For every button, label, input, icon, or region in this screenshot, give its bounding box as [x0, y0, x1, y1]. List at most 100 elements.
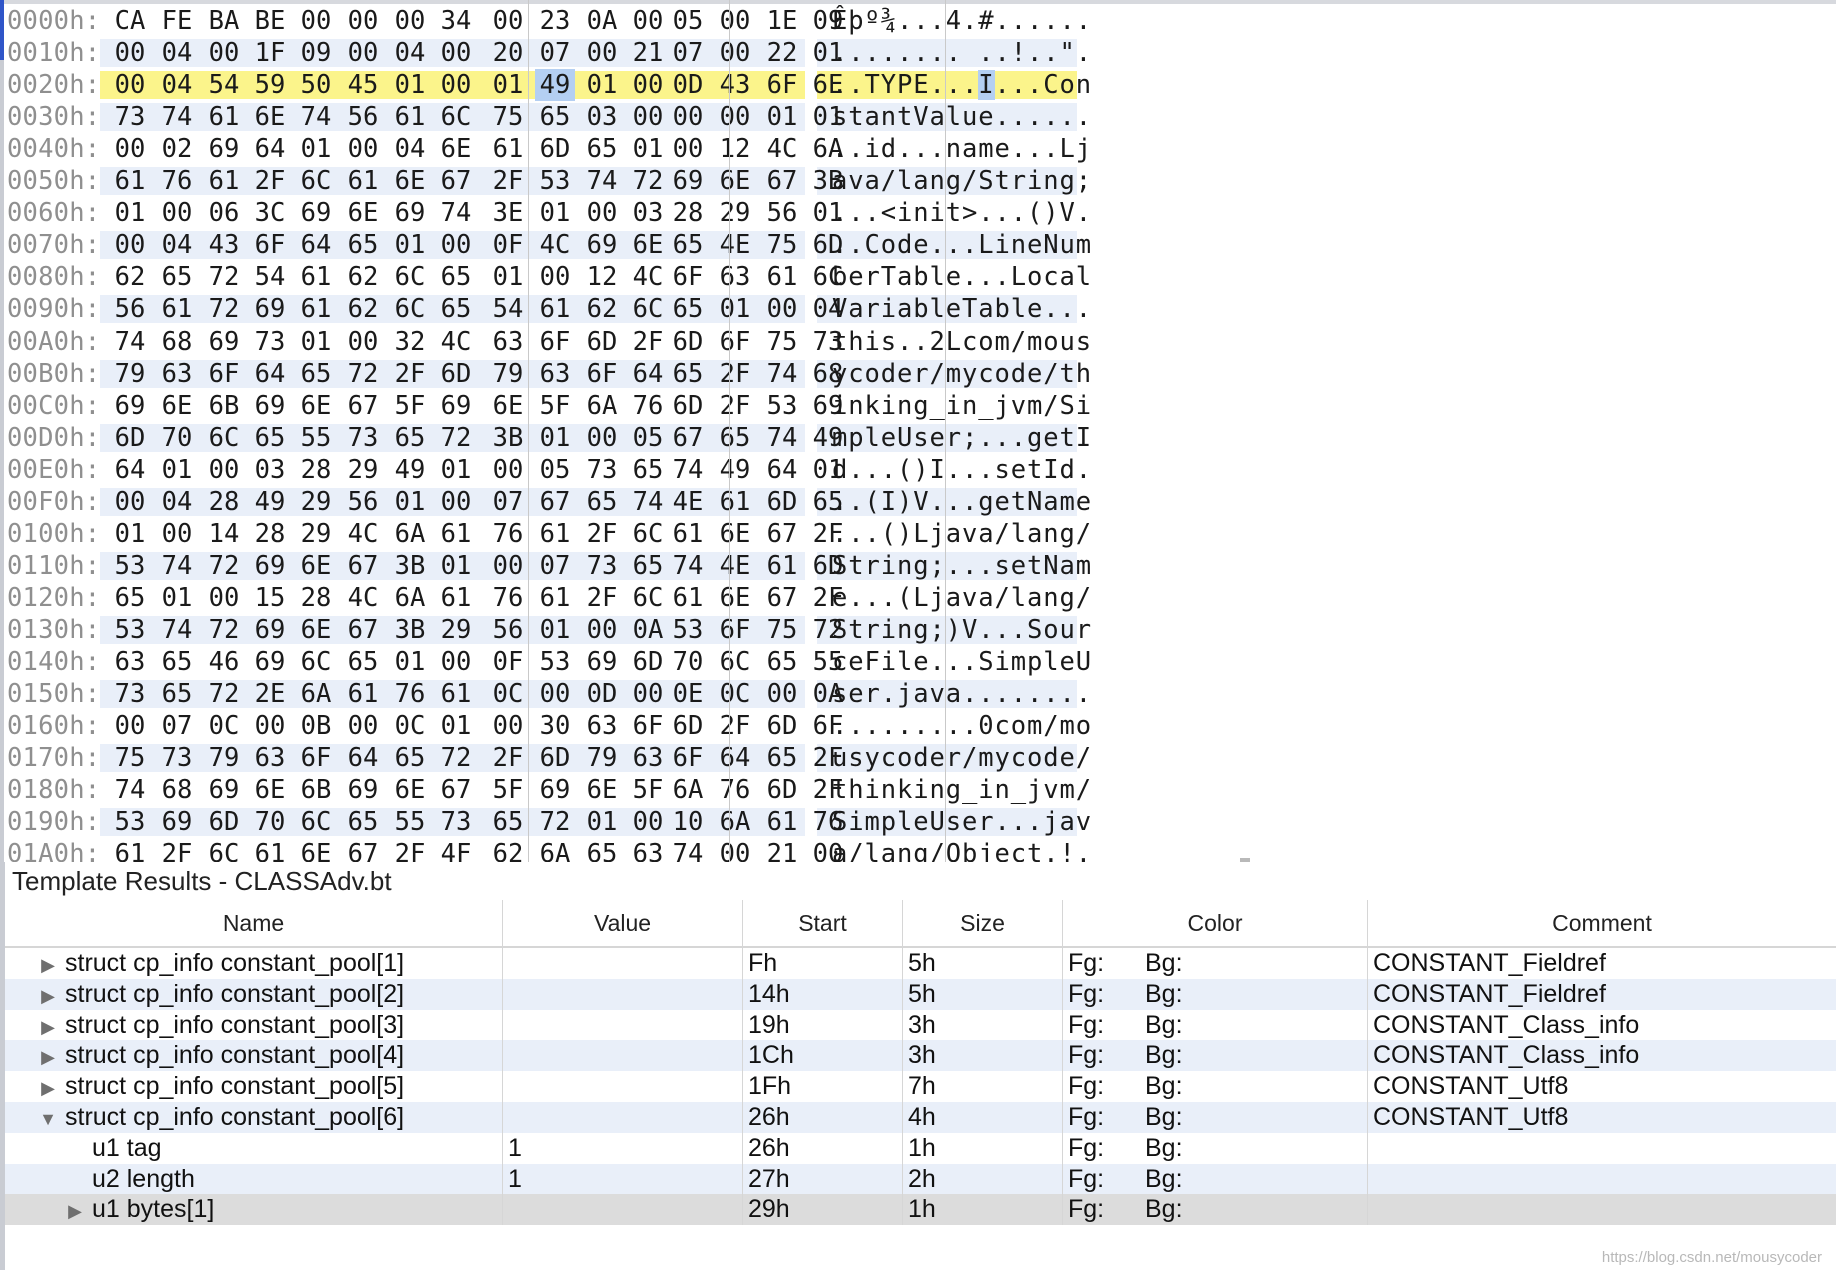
hex-byte[interactable]: BE	[250, 5, 290, 37]
expand-triangle-icon[interactable]: ▶	[35, 1042, 61, 1071]
hex-byte[interactable]: 6C	[204, 838, 244, 862]
table-row[interactable]: ▶ struct cp_info constant_pool[2] 14h 5h Fg:…	[5, 978, 1836, 1010]
hex-byte[interactable]: 69	[204, 133, 244, 165]
hex-byte[interactable]: 0C	[390, 710, 430, 742]
hex-byte[interactable]: 6D	[535, 133, 575, 165]
hex-byte[interactable]: 67	[535, 486, 575, 518]
hex-row[interactable]: 0000h: CA FE BA BE 00 00 00 34 00 23 0A 00 05 00 1E 09 Êþ…	[0, 5, 1836, 37]
hex-byte[interactable]: 4C	[762, 133, 802, 165]
hex-byte[interactable]: 72	[204, 678, 244, 710]
hex-byte[interactable]: 00	[628, 806, 668, 838]
hex-byte[interactable]: 6B	[296, 774, 336, 806]
hex-byte[interactable]: 6E	[436, 133, 476, 165]
hex-byte[interactable]: 67	[668, 422, 708, 454]
hex-byte[interactable]: 21	[762, 838, 802, 862]
hex-byte[interactable]: 07	[668, 37, 708, 69]
hex-byte[interactable]: 04	[157, 229, 197, 261]
hex-byte[interactable]: 73	[157, 742, 197, 774]
hex-byte[interactable]: 75	[762, 326, 802, 358]
hex-byte[interactable]: 69	[250, 646, 290, 678]
hex-byte[interactable]: 65	[436, 261, 476, 293]
hex-byte[interactable]: 69	[157, 806, 197, 838]
hex-byte[interactable]: 74	[157, 550, 197, 582]
hex-byte[interactable]: 21	[628, 37, 668, 69]
hex-byte[interactable]: 4C	[436, 326, 476, 358]
hex-byte[interactable]: 28	[668, 197, 708, 229]
hex-byte[interactable]: 14	[204, 518, 244, 550]
hex-byte[interactable]: 6D	[204, 806, 244, 838]
hex-byte[interactable]: 74	[762, 422, 802, 454]
hex-byte[interactable]: 00	[110, 133, 150, 165]
hex-byte[interactable]: 72	[204, 293, 244, 325]
column-header-name[interactable]: Name	[5, 900, 503, 946]
hex-byte[interactable]: 6D	[110, 422, 150, 454]
hex-row[interactable]: 00B0h: 79 63 6F 64 65 72 2F 6D 79 63 6F 64 65 2F 74 68 yc…	[0, 358, 1836, 390]
hex-row[interactable]: 0160h: 00 07 0C 00 0B 00 0C 01 00 30 63 6F 6D 2F 6D 6F..…	[0, 710, 1836, 742]
hex-byte[interactable]: 62	[488, 838, 528, 862]
hex-byte[interactable]: 70	[668, 646, 708, 678]
hex-byte[interactable]: 53	[668, 614, 708, 646]
hex-byte[interactable]: 73	[582, 454, 622, 486]
hex-byte[interactable]: 74	[157, 614, 197, 646]
hex-byte[interactable]: 34	[436, 5, 476, 37]
hex-byte[interactable]: 5F	[488, 774, 528, 806]
hex-byte[interactable]: 65	[250, 422, 290, 454]
hex-byte[interactable]: 00	[110, 229, 150, 261]
hex-editor-pane[interactable]: 0000h: CA FE BA BE 00 00 00 34 00 23 0A 00 05 00 1E 09 Êþ…	[0, 0, 1836, 862]
hex-byte[interactable]: 0F	[488, 646, 528, 678]
hex-byte[interactable]: 01	[436, 454, 476, 486]
hex-byte[interactable]: 01	[296, 326, 336, 358]
hex-byte[interactable]: 6F	[715, 614, 755, 646]
hex-byte[interactable]: 65	[715, 422, 755, 454]
hex-row[interactable]: 00A0h: 74 68 69 73 01 00 32 4C 63 6F 6D 2F 6D 6F 75 73th…	[0, 326, 1836, 358]
hex-byte[interactable]: 12	[715, 133, 755, 165]
hex-byte[interactable]: 00	[628, 101, 668, 133]
hex-byte[interactable]: 20	[488, 37, 528, 69]
hex-byte[interactable]: 01	[582, 69, 622, 101]
hex-byte[interactable]: 02	[157, 133, 197, 165]
hex-byte[interactable]: 00	[762, 293, 802, 325]
hex-byte[interactable]: 61	[535, 518, 575, 550]
hex-byte[interactable]: 61	[762, 261, 802, 293]
hex-byte[interactable]: 64	[296, 229, 336, 261]
hex-byte[interactable]: 04	[157, 69, 197, 101]
hex-byte[interactable]: 04	[390, 133, 430, 165]
ascii-text[interactable]: String;...setNam	[832, 550, 1092, 582]
hex-byte[interactable]: 2F	[715, 390, 755, 422]
hex-byte[interactable]: 03	[628, 197, 668, 229]
hex-byte[interactable]: 65	[390, 422, 430, 454]
hex-byte[interactable]: 73	[436, 806, 476, 838]
hex-byte[interactable]: 6B	[204, 390, 244, 422]
hex-byte[interactable]: 6C	[436, 101, 476, 133]
hex-byte[interactable]: 09	[296, 37, 336, 69]
hex-byte[interactable]: 6E	[296, 390, 336, 422]
hex-byte[interactable]: 0F	[488, 229, 528, 261]
hex-byte[interactable]: 55	[390, 806, 430, 838]
hex-byte[interactable]: 6F	[762, 69, 802, 101]
hex-byte[interactable]: 00	[343, 326, 383, 358]
ascii-selected-char[interactable]: I	[978, 70, 995, 101]
hex-byte[interactable]: 70	[250, 806, 290, 838]
hex-byte[interactable]: 01	[390, 486, 430, 518]
table-row[interactable]: ▶ struct cp_info constant_pool[3] 19h 3h Fg:…	[5, 1009, 1836, 1041]
hex-byte[interactable]: 61	[762, 550, 802, 582]
hex-row[interactable]: 0010h: 00 04 00 1F 09 00 04 00 20 07 00 21 07 00 22 01..…	[0, 37, 1836, 69]
hex-byte[interactable]: 61	[436, 678, 476, 710]
hex-byte[interactable]: 67	[343, 390, 383, 422]
hex-byte[interactable]: 50	[296, 69, 336, 101]
hex-byte[interactable]: 70	[157, 422, 197, 454]
hex-byte[interactable]: 54	[488, 293, 528, 325]
hex-byte[interactable]: 79	[582, 742, 622, 774]
hex-byte[interactable]: 00	[343, 5, 383, 37]
hex-byte[interactable]: 55	[296, 422, 336, 454]
hex-byte[interactable]: 6D	[668, 326, 708, 358]
table-row[interactable]: ▶ struct cp_info constant_pool[1] Fh 5h Fg: B…	[5, 948, 1836, 979]
ascii-text[interactable]: Êþº¾...4.#......	[832, 5, 1092, 37]
hex-byte[interactable]: 00	[668, 133, 708, 165]
hex-byte[interactable]: 65	[762, 742, 802, 774]
collapse-triangle-icon[interactable]: ▼	[35, 1104, 61, 1133]
hex-byte[interactable]: 00	[436, 37, 476, 69]
hex-byte[interactable]: 43	[715, 69, 755, 101]
hex-byte[interactable]: 69	[296, 197, 336, 229]
hex-byte[interactable]: 6E	[715, 165, 755, 197]
